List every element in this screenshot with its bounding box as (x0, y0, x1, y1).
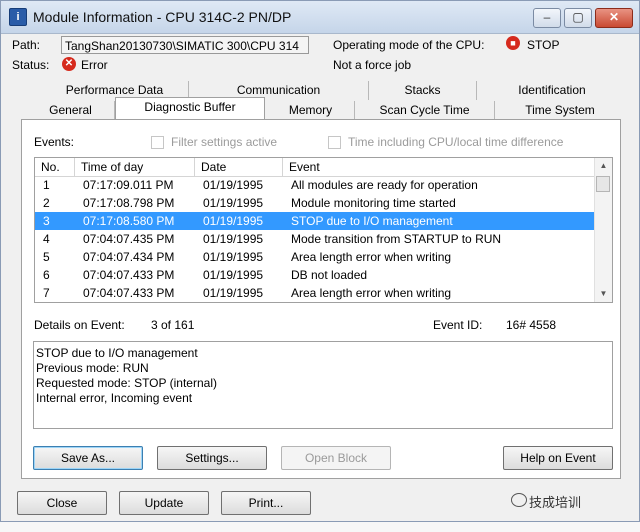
update-button[interactable]: Update (119, 491, 209, 515)
column-header-time[interactable]: Time of day (75, 158, 195, 176)
cell-no: 4 (43, 232, 50, 246)
cell-time: 07:04:07.433 PM (83, 286, 175, 300)
cell-event: All modules are ready for operation (291, 178, 478, 192)
cell-time: 07:04:07.433 PM (83, 268, 175, 282)
cell-event: Area length error when writing (291, 250, 452, 264)
tab-identification[interactable]: Identification (477, 81, 627, 100)
close-button[interactable]: Close (17, 491, 107, 515)
close-window-button[interactable]: ✕ (595, 8, 633, 28)
scroll-up-icon[interactable]: ▲ (595, 158, 612, 174)
table-row[interactable]: 6 07:04:07.433 PM 01/19/1995 DB not load… (35, 266, 595, 284)
cell-date: 01/19/1995 (203, 286, 264, 300)
operating-mode-label: Operating mode of the CPU: (333, 38, 485, 52)
tab-diagnostic-buffer[interactable]: Diagnostic Buffer (115, 97, 265, 121)
table-row[interactable]: 5 07:04:07.434 PM 01/19/1995 Area length… (35, 248, 595, 266)
save-as-button[interactable]: Save As... (33, 446, 143, 470)
cell-date: 01/19/1995 (203, 214, 264, 228)
events-table-header: No. Time of day Date Event (35, 158, 595, 177)
watermark-text: 技成培训 (529, 495, 582, 510)
cell-no: 3 (43, 214, 50, 228)
table-row[interactable]: 7 07:04:07.433 PM 01/19/1995 Area length… (35, 284, 595, 302)
cell-time: 07:17:08.580 PM (83, 214, 175, 228)
tab-memory[interactable]: Memory (267, 101, 355, 120)
path-field[interactable]: TangShan20130730\SIMATIC 300\CPU 314 (61, 36, 309, 54)
tab-general[interactable]: General (27, 101, 115, 120)
cell-time: 07:04:07.434 PM (83, 250, 175, 264)
details-line: Requested mode: STOP (internal) (36, 376, 217, 390)
force-job-text: Not a force job (333, 58, 412, 72)
print-button[interactable]: Print... (221, 491, 311, 515)
module-information-window: i Module Information - CPU 314C-2 PN/DP … (0, 0, 640, 522)
cell-date: 01/19/1995 (203, 196, 264, 210)
cell-no: 5 (43, 250, 50, 264)
scroll-down-icon[interactable]: ▼ (595, 286, 612, 302)
error-icon: ✕ (62, 57, 76, 71)
column-header-no[interactable]: No. (35, 158, 75, 176)
cell-date: 01/19/1995 (203, 232, 264, 246)
status-label: Status: (12, 58, 50, 72)
cell-date: 01/19/1995 (203, 178, 264, 192)
cell-event: Module monitoring time started (291, 196, 456, 210)
event-details-box[interactable]: STOP due to I/O management Previous mode… (33, 341, 613, 429)
open-block-button[interactable]: Open Block (281, 446, 391, 470)
table-row[interactable]: 4 07:04:07.435 PM 01/19/1995 Mode transi… (35, 230, 595, 248)
event-id-label: Event ID: (433, 318, 483, 332)
tab-scan-cycle-time[interactable]: Scan Cycle Time (355, 101, 495, 120)
operating-mode-value: STOP (527, 38, 560, 52)
tab-stacks[interactable]: Stacks (369, 81, 477, 100)
filter-settings-label: Filter settings active (171, 135, 278, 149)
events-table[interactable]: No. Time of day Date Event 1 07:17:09.01… (34, 157, 613, 303)
scrollbar-thumb[interactable] (596, 176, 610, 192)
table-row[interactable]: 2 07:17:08.798 PM 01/19/1995 Module moni… (35, 194, 595, 212)
event-id-value: 16# 4558 (506, 318, 557, 332)
details-line: Internal error, Incoming event (36, 391, 193, 405)
help-on-event-button[interactable]: Help on Event (503, 446, 613, 470)
cell-event: STOP due to I/O management (291, 214, 453, 228)
details-line: STOP due to I/O management (36, 346, 198, 360)
cell-time: 07:04:07.435 PM (83, 232, 175, 246)
minimize-button[interactable]: – (533, 8, 561, 28)
filter-settings-checkbox[interactable] (151, 136, 164, 149)
column-header-event[interactable]: Event (283, 158, 595, 176)
table-row[interactable]: 1 07:17:09.011 PM 01/19/1995 All modules… (35, 176, 595, 194)
module-info-icon: i (9, 8, 27, 26)
cell-date: 01/19/1995 (203, 268, 264, 282)
cell-event: Area length error when writing (291, 286, 452, 300)
cell-time: 07:17:08.798 PM (83, 196, 175, 210)
time-difference-checkbox[interactable] (328, 136, 341, 149)
stop-icon: ■ (506, 36, 520, 50)
cell-event: Mode transition from STARTUP to RUN (291, 232, 502, 246)
settings-button[interactable]: Settings... (157, 446, 267, 470)
events-scrollbar[interactable]: ▲ ▼ (594, 158, 612, 302)
cell-no: 6 (43, 268, 50, 282)
details-position: 3 of 161 (151, 318, 195, 332)
events-label: Events: (34, 135, 75, 149)
wechat-icon (511, 493, 527, 507)
status-value: Error (81, 58, 108, 72)
window-title: Module Information - CPU 314C-2 PN/DP (33, 9, 292, 25)
tab-time-system[interactable]: Time System (495, 101, 625, 120)
path-label: Path: (12, 38, 41, 52)
cell-no: 1 (43, 178, 50, 192)
details-line: Previous mode: RUN (36, 361, 149, 375)
column-header-date[interactable]: Date (195, 158, 283, 176)
cell-no: 2 (43, 196, 50, 210)
maximize-button[interactable]: ▢ (564, 8, 592, 28)
cell-event: DB not loaded (291, 268, 368, 282)
title-bar: i Module Information - CPU 314C-2 PN/DP … (1, 1, 639, 34)
time-difference-label: Time including CPU/local time difference (348, 135, 564, 149)
cell-no: 7 (43, 286, 50, 300)
table-row-selected[interactable]: 3 07:17:08.580 PM 01/19/1995 STOP due to… (35, 212, 595, 230)
cell-date: 01/19/1995 (203, 250, 264, 264)
cell-time: 07:17:09.011 PM (83, 178, 174, 192)
details-label: Details on Event: (34, 318, 125, 332)
